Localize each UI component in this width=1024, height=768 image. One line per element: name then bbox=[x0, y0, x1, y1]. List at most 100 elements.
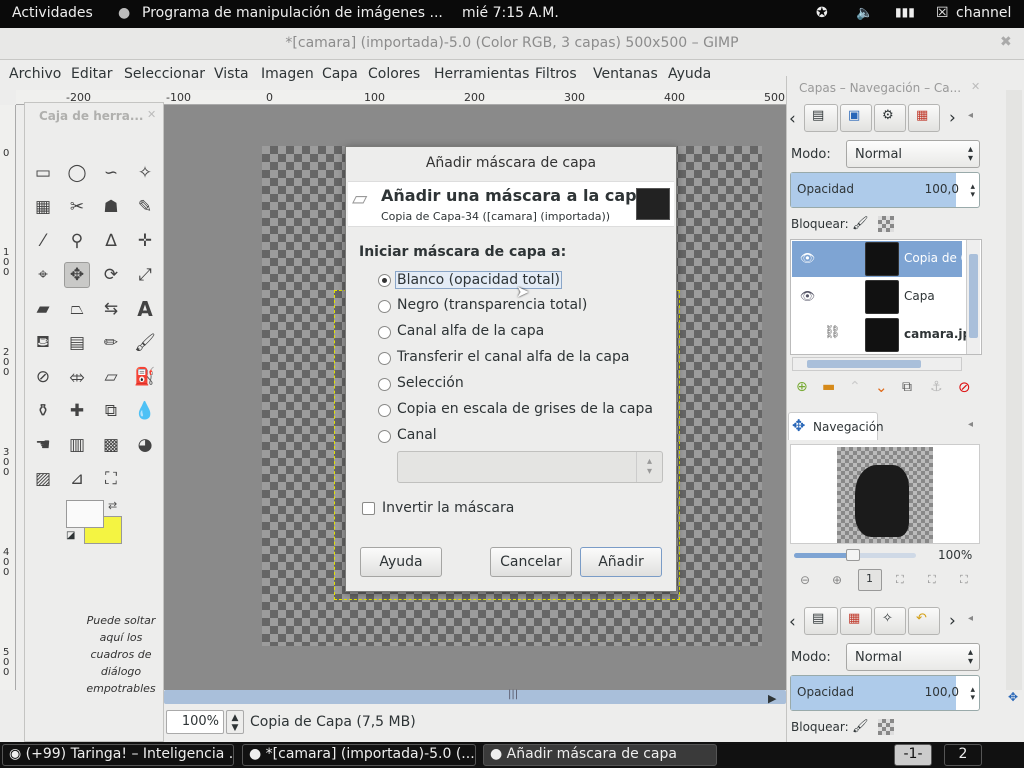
option-grises[interactable]: Copia en escala de grises de la capa bbox=[397, 401, 653, 417]
scissors-icon[interactable]: ✂ bbox=[64, 194, 90, 220]
navigate-icon[interactable]: ✥ bbox=[1008, 690, 1018, 704]
layer-row-selected[interactable]: 👁 Copia de C bbox=[792, 241, 969, 277]
tab-layers-2[interactable]: ▤ bbox=[804, 607, 838, 635]
menu-ayuda[interactable]: Ayuda bbox=[668, 66, 711, 82]
chain-icon[interactable]: ⛓ bbox=[824, 325, 841, 340]
menu-imagen[interactable]: Imagen bbox=[261, 66, 314, 82]
horizontal-scrollbar[interactable]: ||| bbox=[164, 689, 786, 704]
scroll-thumb[interactable] bbox=[807, 360, 921, 368]
new-group-icon[interactable]: ▬ bbox=[822, 379, 835, 395]
hue-icon[interactable]: ◕ bbox=[132, 432, 158, 458]
lock-pixels-icon[interactable]: 🖌 bbox=[852, 719, 869, 734]
spin-icon[interactable]: ▴ ▾ bbox=[970, 183, 975, 200]
duplicate-layer-icon[interactable]: ⧉ bbox=[902, 379, 912, 395]
gradient-icon[interactable]: ▤ bbox=[64, 330, 90, 356]
tab-navigation[interactable]: ✥ Navegación bbox=[788, 412, 884, 440]
slider-handle[interactable] bbox=[846, 549, 860, 561]
airbrush-icon[interactable]: ⤄ bbox=[64, 364, 90, 390]
user-menu[interactable]: channel bbox=[956, 5, 1011, 21]
channel-select[interactable]: ▴ ▾ bbox=[397, 451, 663, 483]
blur-icon[interactable]: 💧 bbox=[132, 398, 158, 424]
eraser-brush-icon[interactable]: ⊘ bbox=[30, 364, 56, 390]
zoom-one-button[interactable]: 1 bbox=[858, 569, 882, 591]
radio-transferir[interactable] bbox=[378, 352, 391, 365]
menu-colores[interactable]: Colores bbox=[368, 66, 420, 82]
opacity-slider[interactable]: Opacidad 100,0 ▴ ▾ bbox=[790, 172, 980, 208]
workspace-2[interactable]: 2 bbox=[944, 744, 982, 766]
lock-alpha-icon[interactable] bbox=[878, 719, 894, 735]
dock-menu-icon[interactable]: ◂ bbox=[968, 419, 973, 430]
levels-icon[interactable]: ▨ bbox=[30, 466, 56, 492]
crop-icon[interactable]: ⌖ bbox=[30, 262, 56, 288]
rotate-icon[interactable]: ⟳ bbox=[98, 262, 124, 288]
help-button[interactable]: Ayuda bbox=[360, 547, 442, 577]
align-icon[interactable]: ✛ bbox=[132, 228, 158, 254]
lower-layer-icon[interactable]: ⌄ bbox=[875, 378, 888, 396]
radio-canal[interactable] bbox=[378, 430, 391, 443]
invert-label[interactable]: Invertir la máscara bbox=[382, 500, 514, 516]
scroll-thumb[interactable] bbox=[969, 254, 978, 338]
chevron-right-icon[interactable]: › bbox=[949, 611, 956, 631]
mode-select[interactable]: Normal ▴ ▾ bbox=[846, 140, 980, 168]
task-dialog[interactable]: ● Añadir máscara de capa bbox=[483, 744, 717, 766]
default-colors-icon[interactable]: ◪ bbox=[66, 530, 75, 541]
menu-editar[interactable]: Editar bbox=[71, 66, 112, 82]
activities-button[interactable]: Actividades bbox=[12, 5, 93, 21]
dodge-burn-icon[interactable]: ▥ bbox=[64, 432, 90, 458]
fill-window-icon[interactable]: ⛶ bbox=[928, 573, 936, 587]
flip-icon[interactable]: ⇆ bbox=[98, 296, 124, 322]
option-seleccion[interactable]: Selección bbox=[397, 375, 464, 391]
cancel-button[interactable]: Cancelar bbox=[490, 547, 572, 577]
dock-menu-icon[interactable]: ◂ bbox=[968, 110, 973, 121]
lock-pixels-icon[interactable]: 🖌 bbox=[852, 216, 869, 231]
tab-paths[interactable]: ⚙ bbox=[874, 104, 906, 132]
ellipse-select-icon[interactable]: ◯ bbox=[64, 160, 90, 186]
chevron-right-icon[interactable]: › bbox=[949, 108, 956, 128]
vertical-scrollbar[interactable] bbox=[1006, 90, 1022, 690]
new-layer-icon[interactable]: ⊕ bbox=[796, 379, 808, 395]
tab-channels-2[interactable]: ▦ bbox=[840, 607, 872, 635]
navigation-preview[interactable] bbox=[790, 444, 980, 544]
dock-menu-icon[interactable]: ◂ bbox=[968, 613, 973, 624]
layer-row[interactable]: 👁 Capa bbox=[792, 279, 962, 315]
layers-vscroll[interactable] bbox=[966, 240, 980, 354]
shrink-wrap-icon[interactable]: ⛶ bbox=[960, 573, 968, 587]
option-negro[interactable]: Negro (transparencia total) bbox=[397, 297, 587, 313]
scroll-right-icon[interactable]: ▶ bbox=[768, 692, 776, 705]
move-icon[interactable]: ✥ bbox=[64, 262, 90, 288]
fuzzy-select-icon[interactable]: ✧ bbox=[132, 160, 158, 186]
delete-layer-icon[interactable]: ⊘ bbox=[958, 378, 971, 396]
eraser-icon[interactable]: ▱ bbox=[98, 364, 124, 390]
radio-blanco[interactable] bbox=[378, 274, 391, 287]
lock-alpha-icon[interactable] bbox=[878, 216, 894, 232]
tab-channels[interactable]: ▣ bbox=[840, 104, 872, 132]
measure-icon[interactable]: ∆ bbox=[98, 228, 124, 254]
opacity-slider[interactable]: Opacidad 100,0 ▴ ▾ bbox=[790, 675, 980, 711]
app-menu[interactable]: Programa de manipulación de imágenes ... bbox=[142, 5, 443, 21]
close-icon[interactable]: ✖ bbox=[1000, 34, 1012, 50]
ink-icon[interactable]: ⛽ bbox=[132, 364, 158, 390]
radio-canal-alfa[interactable] bbox=[378, 326, 391, 339]
chat-icon[interactable]: ☒ bbox=[936, 5, 949, 21]
tab-paths-2[interactable]: ✧ bbox=[874, 607, 906, 635]
eye-icon[interactable]: 👁 bbox=[800, 251, 815, 265]
menu-ventanas[interactable]: Ventanas bbox=[593, 66, 658, 82]
smudge-icon[interactable]: ☚ bbox=[30, 432, 56, 458]
option-transferir[interactable]: Transferir el canal alfa de la capa bbox=[397, 349, 629, 365]
menu-filtros[interactable]: Filtros bbox=[535, 66, 577, 82]
perspective-clone-icon[interactable]: ⧉ bbox=[98, 398, 124, 424]
workspace-1[interactable]: -1- bbox=[894, 744, 932, 766]
menu-herramientas[interactable]: Herramientas bbox=[434, 66, 529, 82]
option-canal[interactable]: Canal bbox=[397, 427, 437, 443]
accessibility-icon[interactable]: ✪ bbox=[816, 5, 828, 21]
text-icon[interactable]: A bbox=[132, 296, 158, 322]
swap-colors-icon[interactable]: ⇄ bbox=[108, 499, 117, 512]
radio-grises[interactable] bbox=[378, 404, 391, 417]
menu-capa[interactable]: Capa bbox=[322, 66, 358, 82]
task-taringa[interactable]: ◉ (+99) Taringa! – Inteligencia ... bbox=[2, 744, 234, 766]
chevron-left-icon[interactable]: ‹ bbox=[789, 109, 796, 129]
color-select-icon[interactable]: ▦ bbox=[30, 194, 56, 220]
menu-vista[interactable]: Vista bbox=[214, 66, 249, 82]
clock[interactable]: mié 7:15 A.M. bbox=[462, 5, 559, 21]
color-picker-icon[interactable]: ⁄ bbox=[30, 228, 56, 254]
